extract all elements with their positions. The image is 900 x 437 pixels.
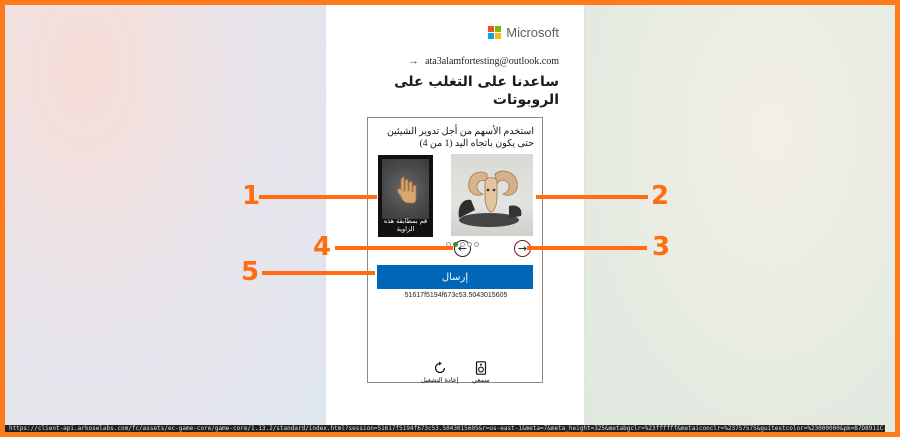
audio-button[interactable]: سمعي (472, 361, 490, 384)
submit-button[interactable]: إرسال (377, 265, 533, 289)
session-id: 51617f5194f673c53.5043015605 (404, 292, 508, 299)
rotating-object-image (451, 154, 533, 236)
restart-icon (434, 361, 445, 374)
reference-caption: قم بمطابقة هذه الزاوية (383, 217, 428, 233)
progress-dot (460, 242, 465, 247)
hand-reference (382, 159, 429, 219)
restart-button[interactable]: إعادة التشغيل (421, 361, 459, 384)
ram-figure-icon (458, 170, 522, 227)
progress-dot-active (453, 242, 458, 247)
captcha-puzzle: استخدم الأسهم من أجل تدوير الشيئين حتى ي… (367, 117, 543, 384)
progress-dots (446, 242, 479, 247)
progress-dot (474, 242, 479, 247)
page-background: Microsoft → ata3alamfortesting@outlook.c… (5, 5, 895, 432)
progress-dot (467, 242, 472, 247)
arrow-right-icon[interactable]: → (514, 240, 531, 257)
speaker-icon (475, 361, 486, 375)
reference-image: قم بمطابقة هذه الزاوية (378, 155, 433, 237)
puzzle-instruction: استخدم الأسهم من أجل تدوير الشيئين حتى ي… (386, 127, 534, 149)
restart-label: إعادة التشغيل (421, 376, 459, 384)
hand-icon (397, 176, 417, 204)
arrow-right-icon[interactable]: → (408, 55, 419, 67)
brand-name: Microsoft (506, 25, 559, 40)
account-row[interactable]: → ata3alamfortesting@outlook.com (408, 55, 559, 67)
browser-status-bar: https://client-api.arkoselabs.com/fc/ass… (5, 425, 885, 432)
account-email: ata3alamfortesting@outlook.com (425, 55, 559, 67)
microsoft-logo-icon (488, 26, 502, 39)
progress-dot (446, 242, 451, 247)
left-background (5, 5, 325, 432)
right-background (585, 5, 895, 432)
signin-panel: Microsoft → ata3alamfortesting@outlook.c… (325, 5, 585, 432)
page-title: ساعدنا على التغلب على الروبوتات (394, 74, 559, 108)
audio-label: سمعي (472, 376, 490, 384)
microsoft-logo: Microsoft (488, 25, 559, 40)
